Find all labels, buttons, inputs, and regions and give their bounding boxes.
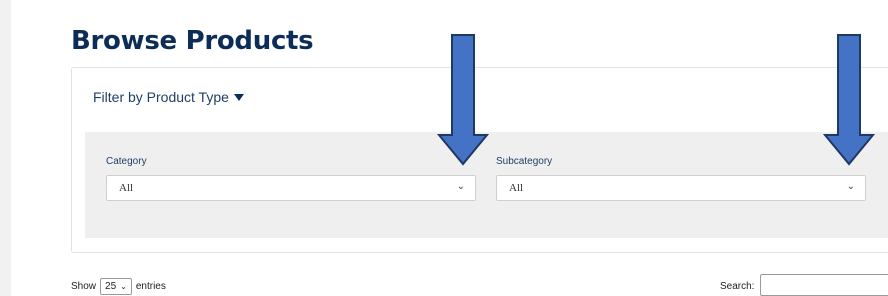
entries-select[interactable]: 25 ⌄ — [100, 278, 132, 295]
chevron-down-icon: ⌄ — [846, 181, 855, 192]
arrow-down-icon — [823, 34, 875, 166]
chevron-down-icon: ⌄ — [456, 181, 465, 192]
subcategory-label: Subcategory — [496, 156, 553, 167]
subcategory-select-value: All — [509, 182, 524, 194]
arrow-down-icon — [437, 34, 489, 166]
show-label: Show — [71, 281, 97, 292]
left-rail — [0, 0, 11, 296]
search-input[interactable] — [760, 274, 888, 296]
entries-select-value: 25 — [105, 281, 117, 292]
search-label: Search: — [720, 281, 755, 292]
page-title: Browse Products — [71, 26, 314, 56]
category-label: Category — [106, 156, 147, 167]
chevron-down-icon: ⌄ — [120, 282, 127, 291]
filter-toggle[interactable]: Filter by Product Type — [93, 89, 244, 105]
show-entries-control: Show 25 ⌄ entries — [71, 278, 166, 295]
caret-down-icon — [233, 93, 244, 101]
subcategory-select[interactable]: All ⌄ — [496, 175, 866, 201]
category-select-value: All — [119, 182, 134, 194]
entries-label: entries — [135, 281, 166, 292]
category-select[interactable]: All ⌄ — [106, 175, 476, 201]
filter-toggle-label: Filter by Product Type — [93, 89, 229, 105]
